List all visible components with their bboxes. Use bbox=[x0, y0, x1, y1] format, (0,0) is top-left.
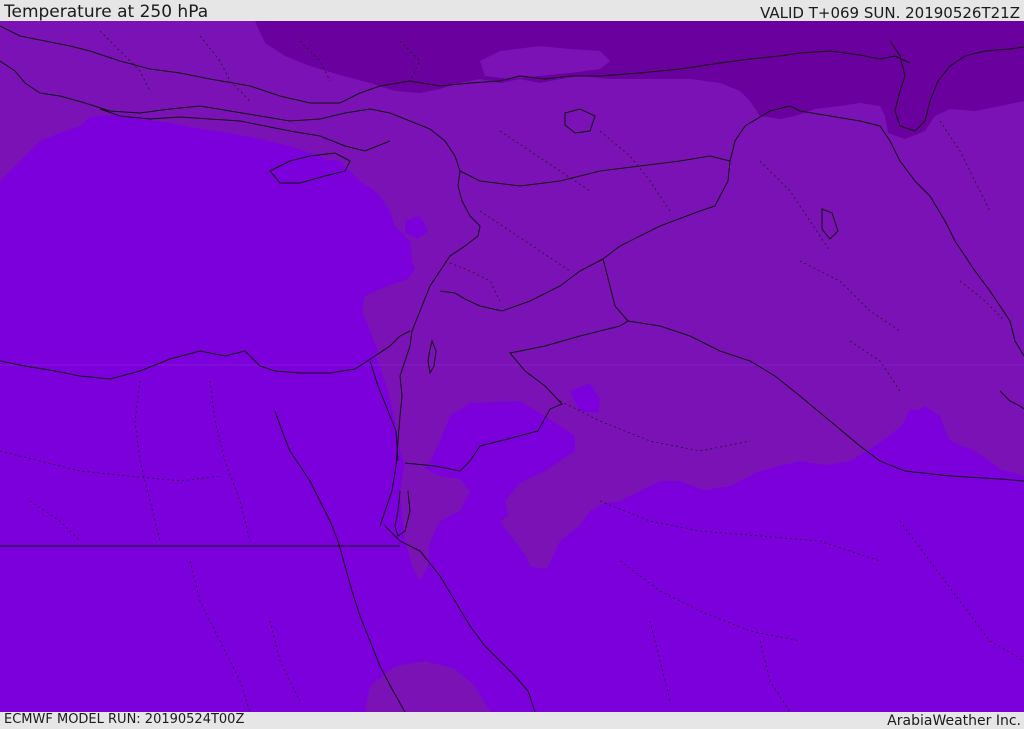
map-title: Temperature at 250 hPa bbox=[4, 2, 209, 22]
model-run-label: ECMWF MODEL RUN: 20190524T00Z bbox=[4, 712, 245, 727]
warm-band-mediterranean bbox=[0, 145, 412, 376]
map-frame: Temperature at 250 hPa VALID T+069 SUN. … bbox=[0, 0, 1024, 729]
valid-time-label: VALID T+069 SUN. 20190526T21Z bbox=[760, 4, 1020, 22]
footer-bar: ECMWF MODEL RUN: 20190524T00Z ArabiaWeat… bbox=[0, 712, 1024, 729]
credit-label: ArabiaWeather Inc. bbox=[887, 713, 1021, 729]
header-bar: Temperature at 250 hPa VALID T+069 SUN. … bbox=[0, 0, 1024, 22]
temperature-map bbox=[0, 21, 1024, 712]
